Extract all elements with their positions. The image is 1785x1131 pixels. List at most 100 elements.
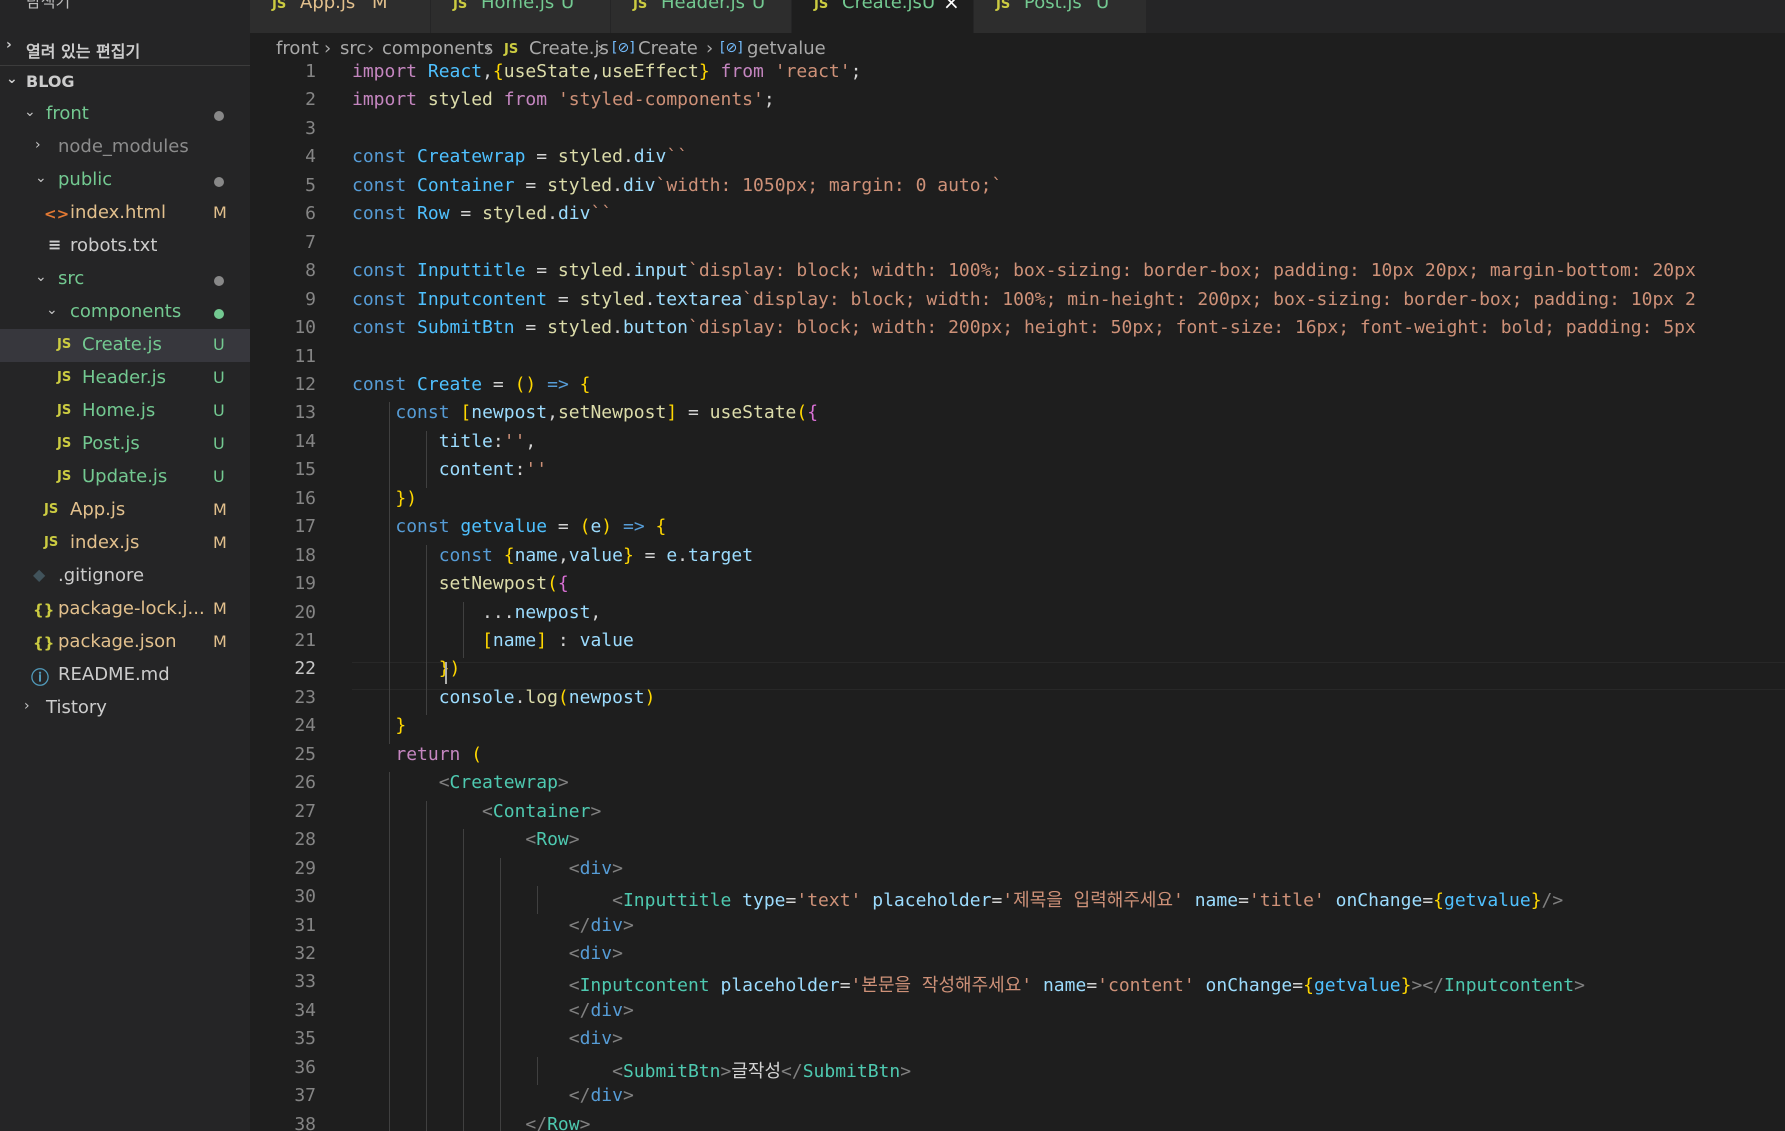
code-line[interactable]: const Inputcontent = styled.textarea`dis… — [352, 289, 1696, 310]
tab-create-js[interactable]: JS Create.js U × — [792, 0, 973, 33]
tab-app-js[interactable]: JS App.js M — [250, 0, 430, 33]
code-line[interactable]: [name] : value — [352, 630, 634, 651]
code-line[interactable]: const {name,value} = e.target — [352, 545, 753, 566]
tree-item-home-js[interactable]: JS Home.js U — [0, 395, 250, 428]
code-line[interactable]: </div> — [352, 915, 634, 936]
tab-home-js[interactable]: JS Home.js U — [431, 0, 610, 33]
line-number: 19 — [294, 573, 316, 595]
code-line[interactable]: const [newpost,setNewpost] = useState({ — [352, 402, 818, 423]
line-number: 14 — [294, 430, 316, 452]
tab-status: M — [372, 0, 388, 13]
code-line[interactable]: console.log(newpost) — [352, 687, 656, 708]
tree-item-label: Update.js — [82, 466, 168, 487]
text-cursor — [444, 662, 447, 685]
code-line[interactable]: const SubmitBtn = styled.button`display:… — [352, 317, 1696, 338]
editor-scrollbar[interactable] — [1770, 65, 1785, 1131]
code-line[interactable]: import React,{useState,useEffect} from '… — [352, 61, 861, 82]
tree-item-public[interactable]: ⌄ public — [0, 164, 250, 197]
explorer-header: 탐색기 ··· — [0, 0, 250, 14]
code-line[interactable]: <SubmitBtn>글작성</SubmitBtn> — [352, 1057, 911, 1083]
tab-label: Home.js — [481, 0, 555, 13]
line-number: 20 — [294, 601, 316, 623]
symbol-icon: [⊘] — [720, 40, 743, 56]
code-line[interactable]: <Inputtitle type='text' placeholder='제목을… — [352, 886, 1563, 912]
tree-item-front[interactable]: ⌄ front — [0, 98, 250, 131]
code-line[interactable]: <Row> — [352, 829, 579, 850]
tree-item-robots-txt[interactable]: ≡ robots.txt — [0, 230, 250, 263]
js-file-icon: JS — [57, 370, 72, 385]
tree-item-gitignore[interactable]: ◆ .gitignore — [0, 560, 250, 593]
tree-item-label: public — [58, 169, 113, 190]
more-actions-icon[interactable]: ··· — [204, 0, 224, 5]
tree-item-label: Create.js — [82, 334, 162, 355]
code-line[interactable]: const Container = styled.div`width: 1050… — [352, 175, 1002, 196]
tree-item-app-js[interactable]: JS App.js M — [0, 494, 250, 527]
git-status-badge: U — [213, 467, 225, 486]
line-number: 21 — [294, 630, 316, 651]
line-number: 7 — [305, 231, 316, 253]
tree-item-update-js[interactable]: JS Update.js U — [0, 461, 250, 494]
code-line[interactable]: title:'', — [352, 431, 537, 452]
tree-item-post-js[interactable]: JS Post.js U — [0, 428, 250, 461]
tree-item-header-js[interactable]: JS Header.js U — [0, 362, 250, 395]
breadcrumb-item[interactable]: getvalue — [747, 38, 826, 59]
line-number: 23 — [294, 686, 316, 708]
tree-item-components[interactable]: ⌄ components — [0, 296, 250, 329]
code-line[interactable]: ...newpost, — [352, 602, 601, 623]
js-file-icon: JS — [44, 502, 59, 517]
tab-post-js[interactable]: JS Post.js U — [974, 0, 1146, 33]
editor-tabbar: JS App.js M JS Home.js U JS Header.js U … — [250, 0, 1785, 33]
code-line[interactable]: <div> — [352, 943, 623, 964]
breadcrumb-item[interactable]: components — [382, 38, 493, 59]
code-line[interactable]: </Row> — [352, 1114, 590, 1131]
code-line[interactable]: import styled from 'styled-components'; — [352, 89, 775, 110]
tab-status: U — [922, 0, 936, 13]
open-editors-section[interactable]: › 열려 있는 편집기 — [0, 32, 250, 62]
code-line[interactable]: setNewpost({ — [352, 573, 569, 594]
js-file-icon: JS — [57, 337, 72, 352]
close-icon[interactable]: × — [943, 0, 960, 14]
breadcrumb-item[interactable]: Create — [638, 38, 698, 59]
code-line[interactable]: </div> — [352, 1000, 634, 1021]
tree-item-index-html[interactable]: <> index.html M — [0, 197, 250, 230]
workspace-section[interactable]: ⌄ BLOG — [0, 66, 250, 96]
chevron-right-icon: › — [24, 698, 30, 714]
tree-item-package-lock-j[interactable]: {} package-lock.j... M — [0, 593, 250, 626]
tab-status: U — [1096, 0, 1110, 13]
tree-item-readme-md[interactable]: ⓘ README.md — [0, 659, 250, 692]
code-line[interactable]: <div> — [352, 858, 623, 879]
line-number: 31 — [294, 914, 316, 936]
code-line[interactable]: content:'' — [352, 459, 547, 480]
code-line[interactable]: <div> — [352, 1028, 623, 1049]
code-line[interactable]: const Row = styled.div`` — [352, 203, 612, 224]
code-line[interactable]: const Create = () => { — [352, 374, 590, 395]
code-line[interactable]: <Container> — [352, 801, 601, 822]
line-number: 27 — [294, 800, 316, 822]
tree-item-create-js[interactable]: JS Create.js U — [0, 329, 250, 362]
code-line[interactable]: </div> — [352, 1085, 634, 1106]
tree-item-index-js[interactable]: JS index.js M — [0, 527, 250, 560]
code-line[interactable]: <Inputcontent placeholder='본문을 작성해주세요' n… — [352, 971, 1585, 997]
breadcrumb-item[interactable]: src — [340, 38, 366, 59]
js-file-icon: JS — [504, 42, 519, 57]
code-editor[interactable]: 1 import React,{useState,useEffect} from … — [250, 61, 1785, 1131]
js-file-icon: JS — [453, 0, 468, 12]
tree-item-label: src — [58, 268, 85, 289]
code-line[interactable]: const Inputtitle = styled.input`display:… — [352, 260, 1696, 281]
tree-item-package-json[interactable]: {} package.json M — [0, 626, 250, 659]
tree-item-src[interactable]: ⌄ src — [0, 263, 250, 296]
breadcrumb-item[interactable]: front — [276, 38, 319, 59]
code-line[interactable]: <Createwrap> — [352, 772, 569, 793]
tree-item-label: Tistory — [46, 697, 107, 718]
tree-item-node-modules[interactable]: › node_modules — [0, 131, 250, 164]
code-line[interactable]: } — [352, 715, 406, 736]
code-line[interactable]: }) — [352, 488, 417, 509]
tab-header-js[interactable]: JS Header.js U — [611, 0, 791, 33]
code-line[interactable]: return ( — [352, 744, 482, 765]
tree-item-tistory[interactable]: › Tistory — [0, 692, 250, 725]
tree-item-label: Home.js — [82, 400, 156, 421]
code-line[interactable]: const Createwrap = styled.div`` — [352, 146, 688, 167]
js-file-icon: JS — [57, 469, 72, 484]
chevron-down-icon: ⌄ — [24, 104, 36, 120]
code-line[interactable]: const getvalue = (e) => { — [352, 516, 666, 537]
